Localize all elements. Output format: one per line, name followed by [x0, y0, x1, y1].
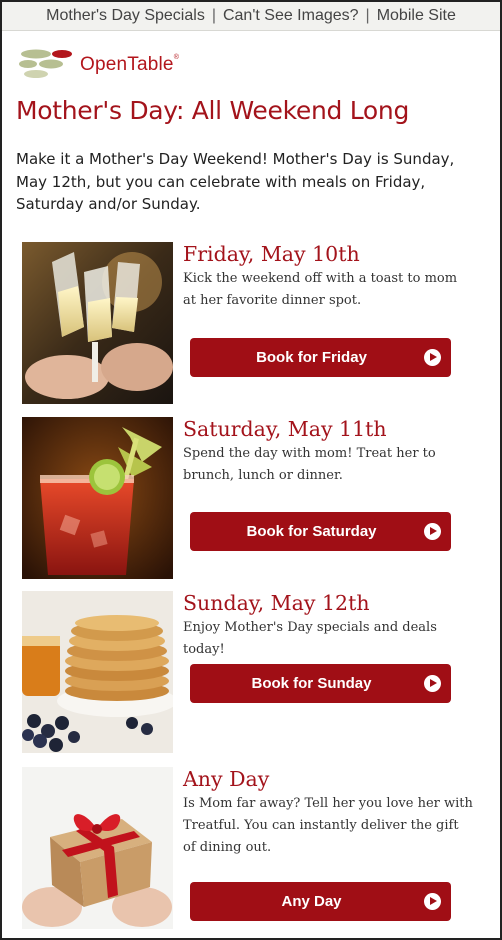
button-label: Book for Friday — [256, 349, 367, 366]
opentable-logo[interactable]: OpenTable® — [18, 46, 188, 80]
day-section-sunday: Sunday, May 12th Enjoy Mother's Day spec… — [22, 591, 492, 753]
email-frame: Mother's Day Specials | Can't See Images? |… — [0, 0, 502, 940]
day-title: Sunday, May 12th — [183, 591, 370, 615]
day-title: Any Day — [183, 767, 270, 791]
arrow-right-icon — [424, 523, 441, 540]
day-title: Friday, May 10th — [183, 242, 360, 266]
arrow-right-icon — [424, 349, 441, 366]
page-headline: Mother's Day: All Weekend Long — [16, 96, 410, 125]
day-section-saturday: Saturday, May 11th Spend the day with mo… — [22, 417, 492, 579]
day-section-friday: Friday, May 10th Kick the weekend off wi… — [22, 242, 492, 404]
cant-see-images-link[interactable]: Can't See Images? — [223, 7, 359, 24]
any-day-button[interactable]: Any Day — [190, 882, 451, 921]
arrow-right-icon — [424, 893, 441, 910]
cocktail-photo — [22, 417, 173, 579]
gift-box-photo — [22, 767, 173, 929]
top-link-bar: Mother's Day Specials | Can't See Images? |… — [2, 2, 500, 31]
book-sunday-button[interactable]: Book for Sunday — [190, 664, 451, 703]
day-description: Kick the weekend off with a toast to mom… — [183, 271, 458, 308]
book-friday-button[interactable]: Book for Friday — [190, 338, 451, 377]
day-section-any-day: Any Day Is Mom far away? Tell her you lo… — [22, 767, 492, 929]
pancakes-photo — [22, 591, 173, 753]
button-label: Book for Sunday — [251, 675, 372, 692]
logo-plates-icon — [19, 49, 72, 78]
day-title: Saturday, May 11th — [183, 417, 387, 441]
intro-text: Make it a Mother's Day Weekend! Mother's… — [16, 150, 455, 213]
book-saturday-button[interactable]: Book for Saturday — [190, 512, 451, 551]
separator: | — [211, 7, 216, 24]
separator: | — [365, 7, 370, 24]
champagne-toast-photo — [22, 242, 173, 404]
day-description: Enjoy Mother's Day specials and deals to… — [183, 620, 437, 657]
mothers-day-specials-link[interactable]: Mother's Day Specials — [46, 7, 205, 24]
arrow-right-icon — [424, 675, 441, 692]
logo-wordmark: OpenTable® — [80, 54, 179, 76]
registered-mark: ® — [173, 54, 180, 61]
logo-text: OpenTable — [80, 54, 174, 75]
button-label: Any Day — [281, 893, 342, 910]
day-description: Is Mom far away? Tell her you love her w… — [183, 796, 473, 855]
day-description: Spend the day with mom! Treat her to bru… — [183, 446, 436, 483]
button-label: Book for Saturday — [246, 523, 377, 540]
mobile-site-link[interactable]: Mobile Site — [377, 7, 456, 24]
